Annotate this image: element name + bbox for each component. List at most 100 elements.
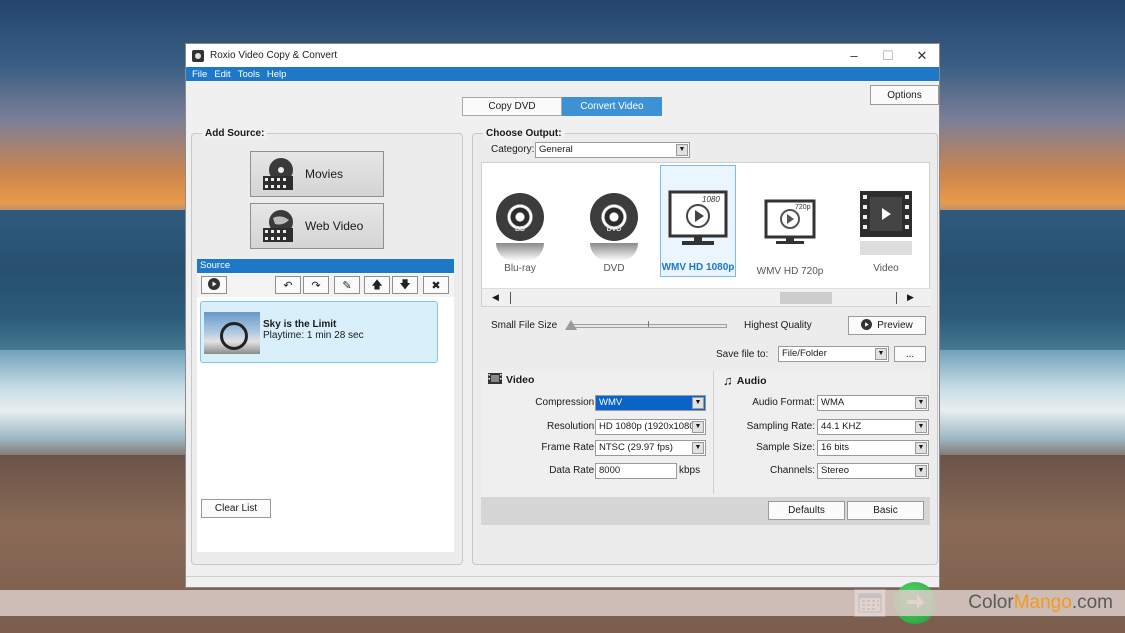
scroll-thumb[interactable] (780, 292, 832, 304)
arrow-up-icon: 🡅 (371, 278, 383, 291)
encoding-settings: Video Compression: WMV ▼ Resolution: HD … (481, 371, 930, 498)
undo-icon: ↶ (283, 279, 293, 292)
audio-format-select[interactable]: WMA ▼ (817, 395, 929, 411)
redo-button[interactable]: ↷ (303, 276, 329, 294)
music-note-icon: ♫ (723, 373, 733, 388)
move-down-button[interactable]: 🡇 (392, 276, 418, 294)
menu-edit[interactable]: Edit (214, 69, 230, 80)
preview-button[interactable]: Preview (848, 316, 926, 335)
format-bluray[interactable]: BD Blu-ray (482, 165, 558, 277)
chevron-down-icon: ▼ (692, 397, 704, 409)
format-gallery: BD Blu-ray DVD DVD 1080 WMV HD 1080p 720… (481, 162, 931, 307)
highest-quality-label: Highest Quality (744, 320, 812, 331)
category-label: Category: (491, 144, 535, 155)
options-button[interactable]: Options (870, 85, 939, 105)
format-wmv-hd-1080p[interactable]: 1080 WMV HD 1080p (660, 165, 736, 277)
menu-help[interactable]: Help (267, 69, 287, 80)
save-location-select[interactable]: File/Folder ▼ (778, 346, 889, 362)
chevron-down-icon: ▼ (915, 397, 927, 409)
watermark-com: .com (1071, 592, 1113, 613)
frame-rate-select[interactable]: NTSC (29.97 fps) ▼ (595, 440, 706, 456)
title-bar[interactable]: Roxio Video Copy & Convert – ☐ ✕ (186, 44, 939, 67)
list-item[interactable]: Sky is the Limit Playtime: 1 min 28 sec (200, 301, 438, 363)
audio-format-value: WMA (821, 397, 845, 408)
watermark-bar (0, 590, 1125, 616)
add-movies-button[interactable]: Movies (250, 151, 384, 197)
remove-button[interactable]: ✖ (423, 276, 449, 294)
compression-select[interactable]: WMV ▼ (595, 395, 706, 411)
dvd-disc-text: DVD (606, 226, 622, 233)
format-label: Blu-ray (504, 263, 536, 274)
chevron-down-icon: ▼ (875, 348, 887, 360)
film-disc-icon (261, 156, 297, 192)
channels-select[interactable]: Stereo ▼ (817, 463, 929, 479)
menu-bar: File Edit Tools Help (186, 67, 939, 81)
chevron-down-icon: ▼ (676, 144, 688, 156)
redo-icon: ↷ (311, 279, 321, 292)
add-source-title: Add Source: (202, 128, 268, 139)
audio-title: Audio (736, 374, 767, 387)
scroll-right-icon[interactable]: ▶ (907, 292, 914, 303)
sampling-rate-label: Sampling Rate: (746, 421, 815, 432)
menu-file[interactable]: File (192, 69, 207, 80)
window-title: Roxio Video Copy & Convert (210, 50, 338, 61)
resolution-select[interactable]: HD 1080p (1920x1080) ▼ (595, 419, 706, 435)
scroll-left-icon[interactable]: ◀ (492, 292, 499, 303)
dvd-disc-icon: DVD (584, 191, 644, 261)
film-strip-icon (856, 191, 916, 261)
tab-convert-video[interactable]: Convert Video (562, 97, 662, 116)
compression-label: Compression: (535, 397, 597, 408)
play-button[interactable] (201, 276, 227, 294)
app-logo-icon (192, 49, 204, 62)
gallery-scrollbar[interactable]: ◀ ▶ (482, 288, 931, 306)
play-icon (861, 318, 873, 333)
data-rate-input[interactable]: 8000 (595, 463, 677, 479)
undo-button[interactable]: ↶ (275, 276, 301, 294)
format-label: Video (873, 263, 899, 274)
chevron-down-icon: ▼ (915, 421, 927, 433)
sample-size-value: 16 bits (821, 442, 849, 453)
tab-copy-dvd[interactable]: Copy DVD (462, 97, 562, 116)
quality-slider-track[interactable] (569, 321, 727, 328)
source-header: Source (197, 259, 454, 273)
source-list: Sky is the Limit Playtime: 1 min 28 sec … (197, 297, 454, 552)
format-wmv-hd-720p[interactable]: 720p WMV HD 720p (752, 165, 828, 277)
browse-button[interactable]: ... (894, 346, 926, 362)
globe-film-icon (261, 208, 297, 244)
frame-rate-value: NTSC (29.97 fps) (599, 442, 673, 453)
resolution-label: Resolution: (546, 421, 597, 432)
add-web-video-button[interactable]: Web Video (250, 203, 384, 249)
minimize-button[interactable]: – (837, 44, 871, 67)
format-label: WMV HD 720p (756, 266, 824, 277)
format-label: WMV HD 1080p (661, 262, 735, 273)
item-title: Sky is the Limit (263, 319, 337, 330)
film-icon (488, 373, 502, 387)
edit-icon: ✎ (342, 279, 352, 292)
save-file-label: Save file to: (716, 349, 769, 360)
sampling-rate-select[interactable]: 44.1 KHZ ▼ (817, 419, 929, 435)
badge-720p: 720p (795, 204, 811, 211)
close-button[interactable]: ✕ (905, 44, 939, 67)
defaults-button[interactable]: Defaults (768, 501, 845, 520)
small-file-size-label: Small File Size (491, 320, 558, 331)
edit-button[interactable]: ✎ (334, 276, 360, 294)
video-section-title: Video (488, 373, 534, 387)
compression-value: WMV (599, 397, 623, 408)
quality-slider-thumb[interactable] (565, 320, 577, 330)
maximize-button[interactable]: ☐ (871, 44, 905, 67)
footer-divider (186, 576, 939, 577)
format-video[interactable]: Video (848, 165, 924, 277)
basic-button[interactable]: Basic (847, 501, 924, 520)
video-thumbnail (204, 312, 260, 354)
movies-label: Movies (305, 167, 344, 181)
format-dvd[interactable]: DVD DVD (576, 165, 652, 277)
bluray-disc-text: BD (514, 226, 526, 233)
chevron-down-icon: ▼ (692, 442, 704, 454)
clear-list-button[interactable]: Clear List (201, 499, 271, 518)
watermark-color: Color (968, 592, 1014, 613)
sample-size-select[interactable]: 16 bits ▼ (817, 440, 929, 456)
category-select[interactable]: General ▼ (535, 142, 690, 158)
menu-tools[interactable]: Tools (238, 69, 260, 80)
move-up-button[interactable]: 🡅 (364, 276, 390, 294)
data-rate-label: Data Rate: (549, 465, 597, 476)
